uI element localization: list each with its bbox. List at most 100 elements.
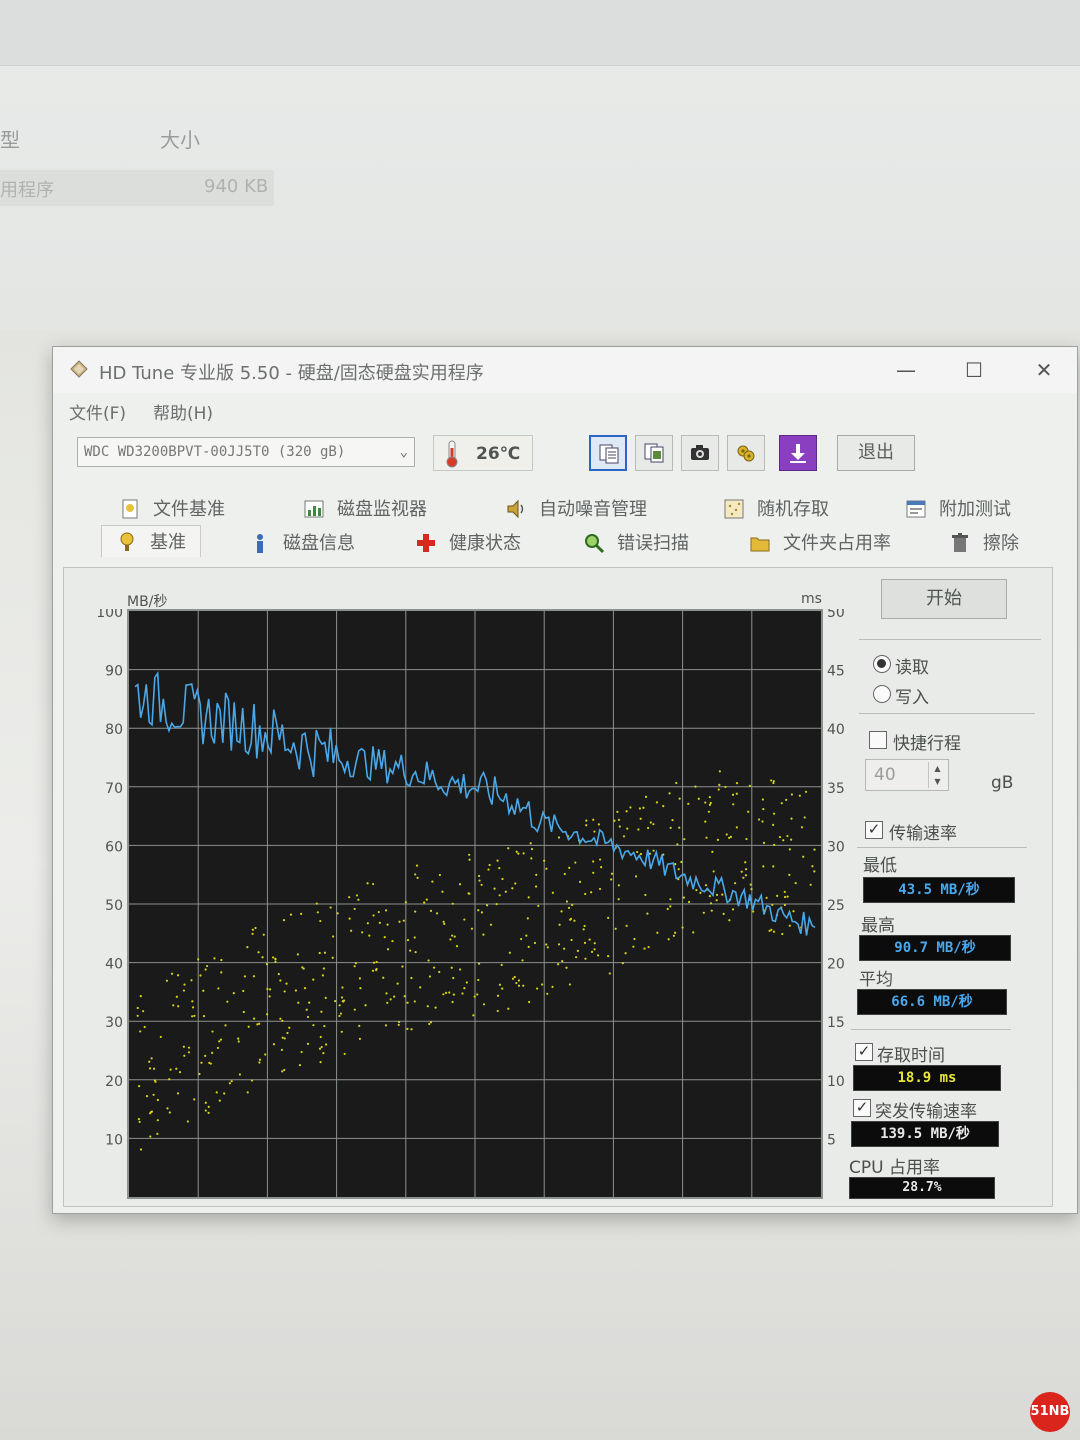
- access-time-point: [438, 970, 441, 974]
- access-time-point: [708, 803, 712, 807]
- transfer-rate-checkbox[interactable]: ✓: [865, 821, 883, 839]
- access-time-point: [804, 790, 808, 793]
- y-left-tick-label: 100: [96, 609, 123, 621]
- temperature-value: 26℃: [476, 444, 521, 464]
- copy-screenshot-button[interactable]: [635, 435, 673, 471]
- exit-button[interactable]: 退出: [837, 435, 915, 471]
- background-explorer-window: 型 大小 用程序 940 KB: [0, 0, 1080, 330]
- access-time-point: [148, 1060, 151, 1063]
- short-stroke-checkbox[interactable]: [869, 731, 887, 749]
- access-time-point: [306, 1042, 310, 1045]
- access-time-point: [320, 1010, 323, 1013]
- access-time-point: [251, 928, 254, 931]
- access-time-point: [139, 1030, 142, 1033]
- drive-select[interactable]: WDC WD3200BPVT-00JJ5T0 (320 gB) ⌄: [77, 437, 415, 467]
- burst-rate-checkbox[interactable]: ✓: [853, 1099, 871, 1117]
- access-time-point: [761, 820, 764, 823]
- write-radio[interactable]: [873, 685, 891, 703]
- copy-text-button[interactable]: [589, 435, 627, 471]
- access-time-point: [254, 926, 257, 930]
- file-type-cell: 用程序: [0, 180, 54, 201]
- access-time-point: [204, 1054, 207, 1057]
- access-time-checkbox[interactable]: ✓: [855, 1043, 873, 1061]
- access-time-point: [375, 960, 378, 964]
- access-time-label: 存取时间: [877, 1046, 945, 1066]
- tab-label: 健康状态: [449, 533, 521, 554]
- access-time-point: [397, 1023, 400, 1026]
- tab-random-access[interactable]: 随机存取: [723, 495, 829, 527]
- access-time-point: [139, 995, 142, 998]
- access-time-point: [515, 850, 518, 853]
- access-time-point: [771, 903, 774, 906]
- speaker-icon: [507, 499, 524, 519]
- tab-error-scan[interactable]: 错误扫描: [583, 529, 689, 561]
- access-time-point: [149, 1135, 152, 1138]
- chevron-down-icon[interactable]: ⌄: [400, 438, 408, 466]
- access-time-point: [182, 989, 186, 992]
- tab-file-benchmark[interactable]: 文件基准: [119, 495, 225, 527]
- tab-folder-usage[interactable]: 文件夹占用率: [749, 529, 891, 561]
- access-time-point: [593, 948, 596, 951]
- access-time-point: [585, 824, 588, 827]
- maximize-button[interactable]: ☐: [951, 355, 997, 385]
- tab-disk-info[interactable]: 磁盘信息: [249, 529, 355, 561]
- access-time-point: [204, 1101, 207, 1104]
- tab-noise-management[interactable]: 自动噪音管理: [505, 495, 647, 527]
- access-time-point: [409, 949, 412, 952]
- save-button[interactable]: [779, 435, 817, 471]
- access-time-point: [794, 881, 797, 885]
- access-time-point: [391, 939, 394, 943]
- tab-benchmark[interactable]: 基准: [101, 525, 201, 557]
- access-time-point: [480, 883, 483, 886]
- access-time-point: [721, 893, 724, 896]
- title-bar[interactable]: HD Tune 专业版 5.50 - 硬盘/固态硬盘实用程序 — ☐ ✕: [53, 347, 1077, 393]
- access-time-point: [371, 969, 375, 972]
- access-time-point: [783, 895, 787, 899]
- access-time-point: [772, 812, 776, 815]
- access-time-point: [574, 861, 577, 864]
- divider: [857, 847, 1027, 848]
- access-time-point: [610, 878, 613, 881]
- access-time-point: [246, 1091, 249, 1094]
- tab-extra-tests[interactable]: 附加测试: [905, 495, 1011, 527]
- access-time-point: [372, 882, 375, 886]
- access-time-point: [575, 956, 578, 959]
- minimize-button[interactable]: —: [883, 355, 929, 385]
- options-button[interactable]: [727, 435, 765, 471]
- access-time-point: [747, 810, 750, 813]
- y-left-tick-label: 70: [105, 781, 123, 797]
- spinner-arrows-icon[interactable]: ▲ ▼: [928, 762, 946, 788]
- tab-erase[interactable]: 擦除: [949, 529, 1019, 561]
- access-time-point: [493, 887, 496, 890]
- screenshot-button[interactable]: [681, 435, 719, 471]
- access-time-point: [281, 1019, 284, 1022]
- access-time-point: [597, 823, 600, 826]
- short-stroke-input[interactable]: 40 ▲ ▼: [865, 759, 949, 791]
- access-time-point: [527, 945, 530, 948]
- column-header-type[interactable]: 型: [0, 124, 20, 153]
- access-time-point: [583, 924, 586, 928]
- start-button[interactable]: 开始: [881, 579, 1007, 619]
- menu-help[interactable]: 帮助(H): [153, 399, 213, 424]
- access-time-point: [434, 1006, 437, 1009]
- access-time-point: [535, 987, 539, 990]
- access-time-point: [608, 972, 611, 975]
- tab-disk-monitor[interactable]: 磁盘监视器: [303, 495, 427, 527]
- access-time-point: [731, 908, 735, 911]
- close-button[interactable]: ✕: [1021, 355, 1067, 385]
- access-time-point: [625, 810, 628, 813]
- file-row[interactable]: 用程序 940 KB: [0, 170, 274, 206]
- read-radio[interactable]: [873, 655, 891, 673]
- access-time-point: [514, 882, 517, 885]
- avg-value: 66.6 MB/秒: [857, 989, 1007, 1015]
- access-time-point: [563, 872, 566, 876]
- access-time-point: [666, 907, 669, 911]
- tab-health[interactable]: 健康状态: [415, 529, 521, 561]
- access-time-point: [389, 998, 392, 1001]
- column-header-size[interactable]: 大小: [160, 124, 200, 153]
- access-time-point: [277, 972, 280, 976]
- access-time-point: [453, 935, 456, 938]
- menu-file[interactable]: 文件(F): [69, 399, 126, 424]
- access-time-point: [142, 1010, 145, 1013]
- access-time-point: [152, 1067, 156, 1070]
